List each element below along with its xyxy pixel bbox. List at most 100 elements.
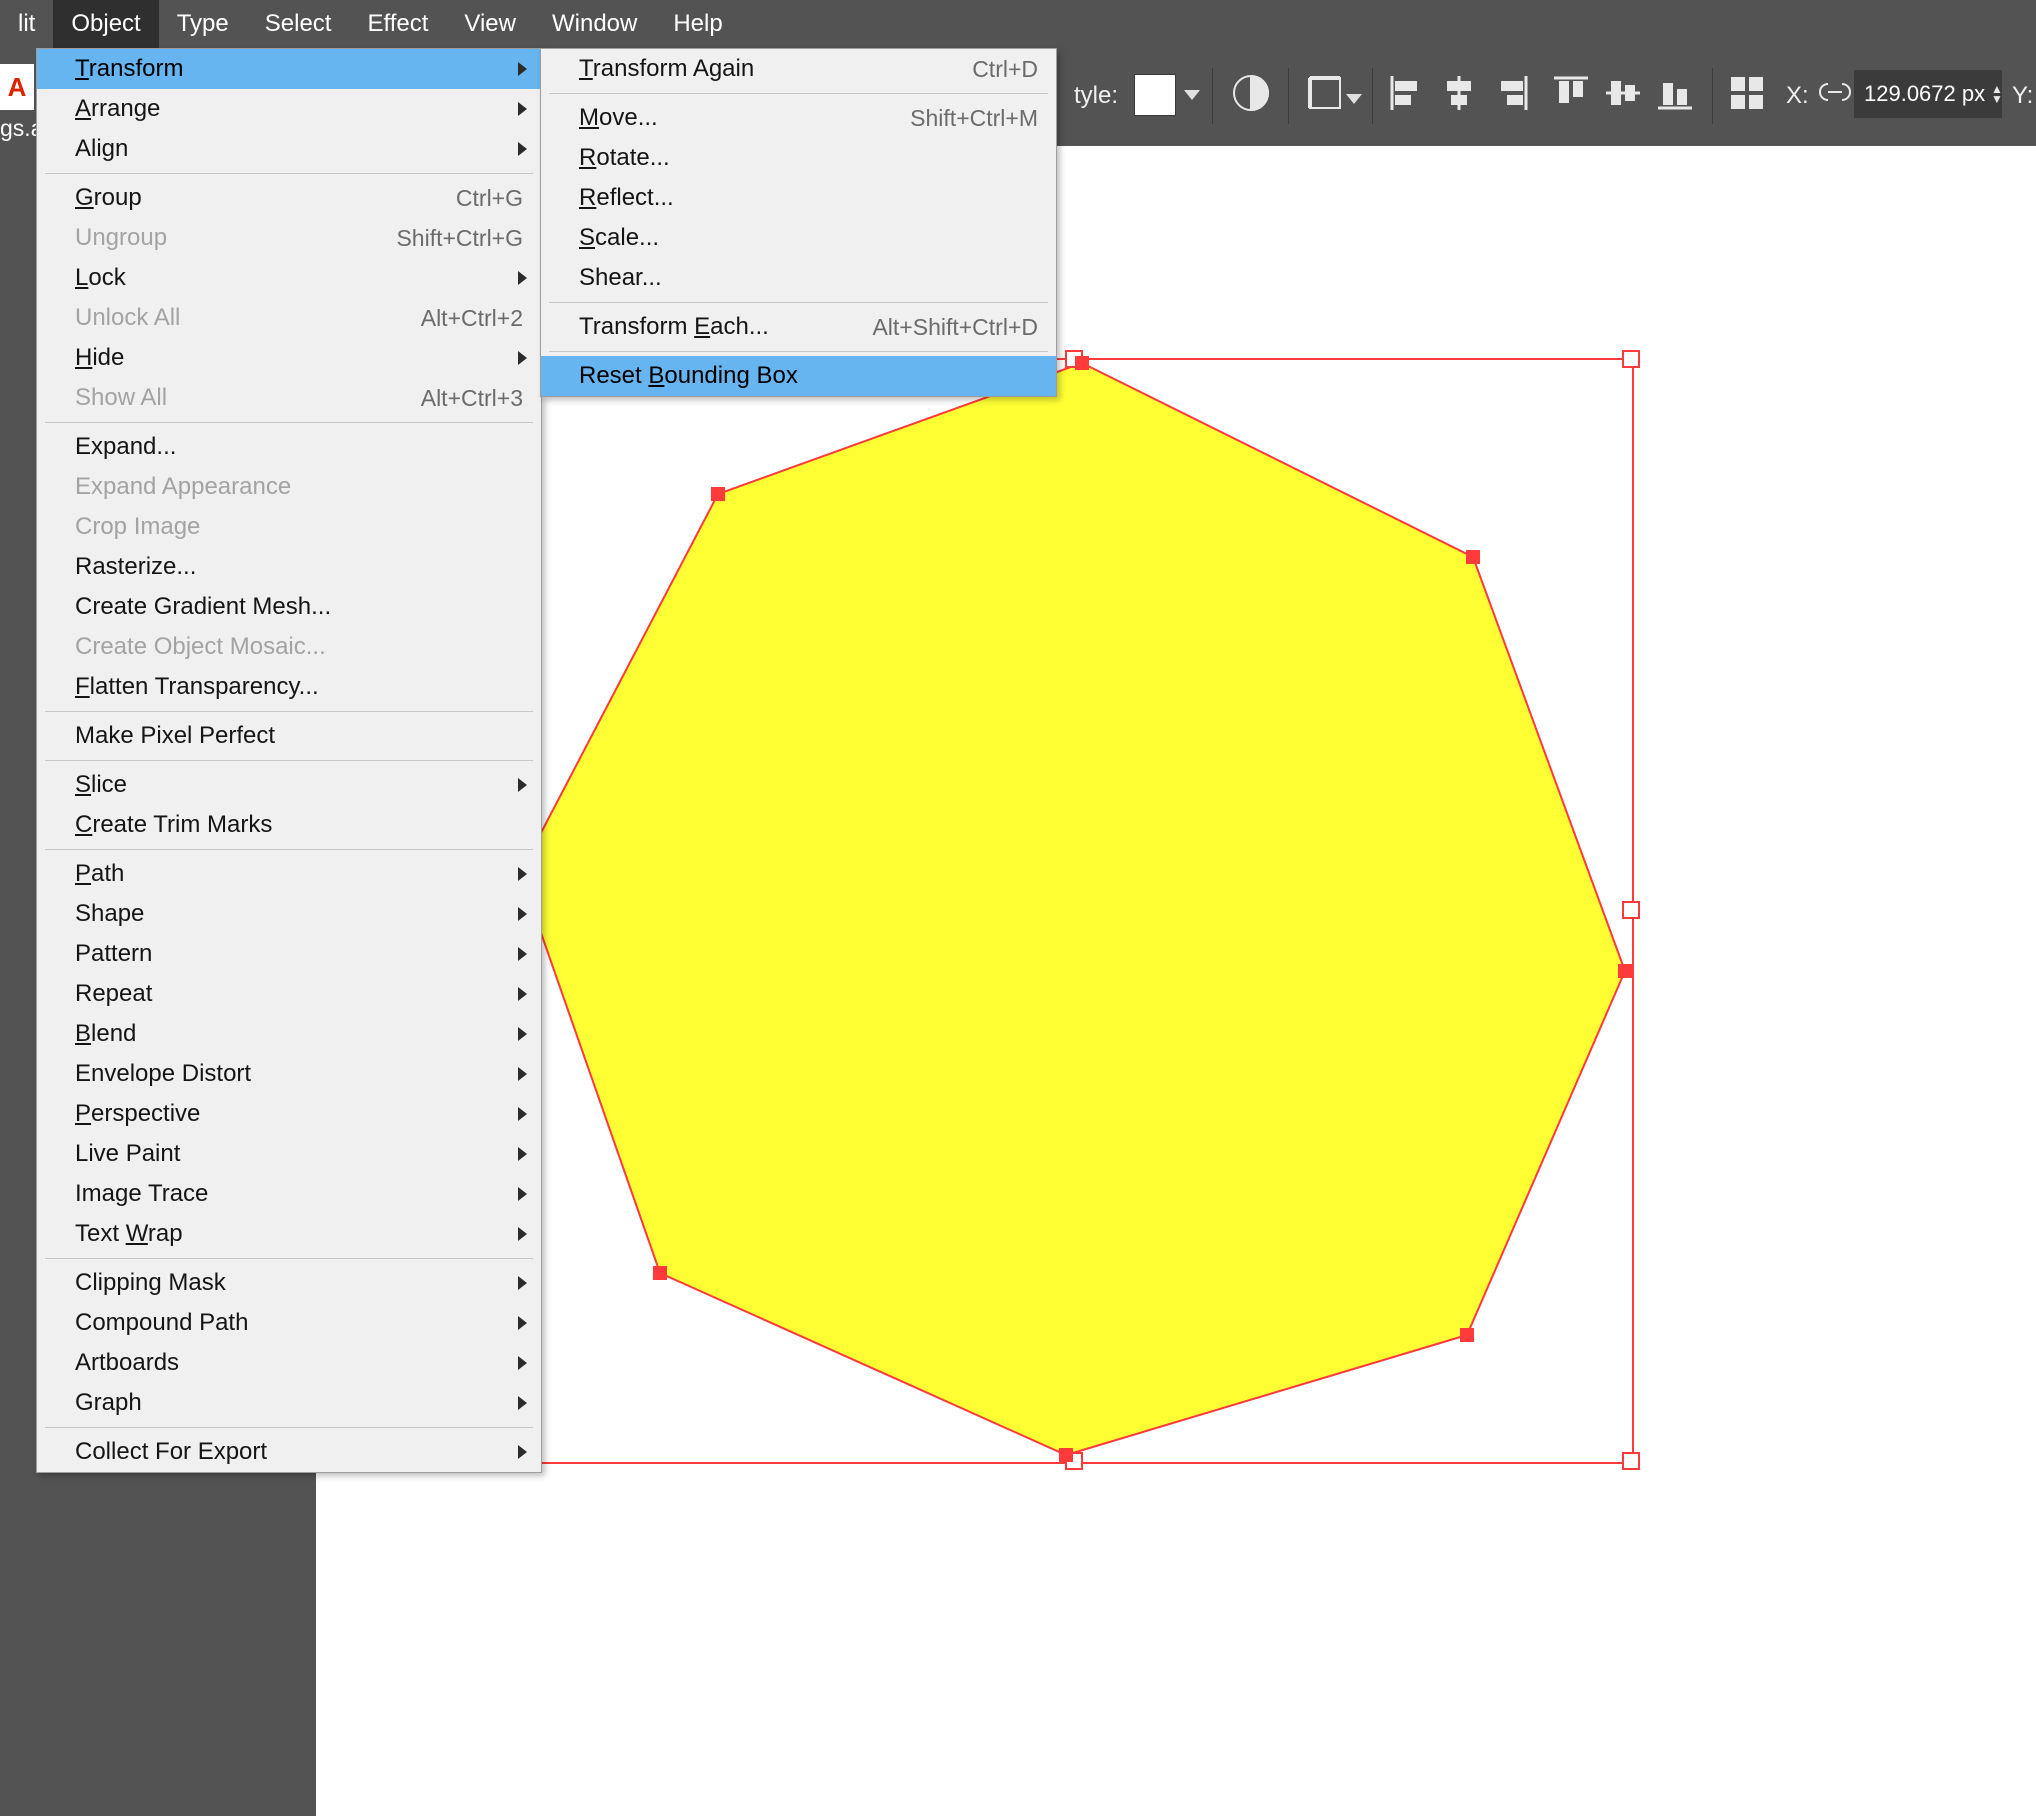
doc-dropdown-icon[interactable] <box>1346 94 1362 104</box>
transform-item-reflect[interactable]: Reflect... <box>541 178 1056 218</box>
bbox-handle[interactable] <box>1622 901 1640 919</box>
menu-item-label: Create Object Mosaic... <box>75 633 523 661</box>
align-top-icon[interactable] <box>1548 70 1594 116</box>
menu-item-shortcut: Alt+Ctrl+2 <box>391 305 523 332</box>
menu-select[interactable]: Select <box>247 0 350 48</box>
object-item-expand[interactable]: Expand... <box>37 427 541 467</box>
menu-object[interactable]: Object <box>53 0 158 48</box>
object-item-expand-appearance: Expand Appearance <box>37 467 541 507</box>
object-item-path[interactable]: Path <box>37 854 541 894</box>
transform-item-move[interactable]: Move...Shift+Ctrl+M <box>541 98 1056 138</box>
align-bottom-icon[interactable] <box>1652 70 1698 116</box>
anchor-point[interactable] <box>1075 356 1089 370</box>
object-item-shape[interactable]: Shape <box>37 894 541 934</box>
submenu-arrow-icon <box>518 1316 527 1330</box>
app-file-icon: A <box>0 64 34 110</box>
object-item-flatten-transparency[interactable]: Flatten Transparency... <box>37 667 541 707</box>
submenu-arrow-icon <box>518 1067 527 1081</box>
transform-panel-icon[interactable] <box>1724 70 1770 116</box>
object-item-collect-for-export[interactable]: Collect For Export <box>37 1432 541 1472</box>
doc-setup-icon[interactable] <box>1302 70 1348 116</box>
transform-item-rotate[interactable]: Rotate... <box>541 138 1056 178</box>
menu-item-label: Group <box>75 184 426 212</box>
opacity-icon[interactable] <box>1228 70 1274 116</box>
object-item-graph[interactable]: Graph <box>37 1383 541 1423</box>
menu-item-label: Expand... <box>75 433 523 461</box>
menu-item-label: Blend <box>75 1020 523 1048</box>
menu-item-shortcut: Ctrl+G <box>426 185 523 212</box>
menu-item-label: Align <box>75 135 523 163</box>
menu-item-label: Rotate... <box>579 144 1038 172</box>
object-item-envelope-distort[interactable]: Envelope Distort <box>37 1054 541 1094</box>
anchor-point[interactable] <box>1059 1448 1073 1462</box>
x-value-field[interactable]: 129.0672 px <box>1854 70 2002 118</box>
link-xy-icon[interactable] <box>1812 70 1858 116</box>
style-swatch[interactable] <box>1134 74 1176 116</box>
anchor-point[interactable] <box>711 487 725 501</box>
object-item-create-trim-marks[interactable]: Create Trim Marks <box>37 805 541 845</box>
menu-item-label: Create Trim Marks <box>75 811 523 839</box>
menu-item-label: Collect For Export <box>75 1438 523 1466</box>
object-item-blend[interactable]: Blend <box>37 1014 541 1054</box>
submenu-arrow-icon <box>518 142 527 156</box>
menu-view[interactable]: View <box>446 0 534 48</box>
menu-help[interactable]: Help <box>655 0 740 48</box>
object-item-hide[interactable]: Hide <box>37 338 541 378</box>
x-spinner[interactable]: ▲▼ <box>1986 70 2008 118</box>
object-dropdown-menu: TransformArrangeAlignGroupCtrl+GUngroupS… <box>36 48 542 1473</box>
object-item-compound-path[interactable]: Compound Path <box>37 1303 541 1343</box>
object-item-create-gradient-mesh[interactable]: Create Gradient Mesh... <box>37 587 541 627</box>
menu-item-label: Pattern <box>75 940 523 968</box>
object-item-lock[interactable]: Lock <box>37 258 541 298</box>
object-item-make-pixel-perfect[interactable]: Make Pixel Perfect <box>37 716 541 756</box>
submenu-arrow-icon <box>518 1356 527 1370</box>
menu-item-label: Move... <box>579 104 880 132</box>
object-item-artboards[interactable]: Artboards <box>37 1343 541 1383</box>
align-right-icon[interactable] <box>1488 70 1534 116</box>
menu-window[interactable]: Window <box>534 0 655 48</box>
submenu-arrow-icon <box>518 907 527 921</box>
object-item-text-wrap[interactable]: Text Wrap <box>37 1214 541 1254</box>
object-item-clipping-mask[interactable]: Clipping Mask <box>37 1263 541 1303</box>
style-label: tyle: <box>1074 82 1118 110</box>
menu-item-label: Shape <box>75 900 523 928</box>
object-item-perspective[interactable]: Perspective <box>37 1094 541 1134</box>
bounding-box[interactable] <box>516 358 1634 1464</box>
object-item-pattern[interactable]: Pattern <box>37 934 541 974</box>
object-item-image-trace[interactable]: Image Trace <box>37 1174 541 1214</box>
menu-item-label: Expand Appearance <box>75 473 523 501</box>
menu-item-shortcut: Ctrl+D <box>942 56 1038 83</box>
anchor-point[interactable] <box>1466 550 1480 564</box>
transform-item-transform-again[interactable]: Transform AgainCtrl+D <box>541 49 1056 89</box>
object-item-repeat[interactable]: Repeat <box>37 974 541 1014</box>
menu-lit[interactable]: lit <box>0 0 53 48</box>
transform-item-reset-bounding-box[interactable]: Reset Bounding Box <box>541 356 1056 396</box>
anchor-point[interactable] <box>653 1266 667 1280</box>
bbox-handle[interactable] <box>1622 350 1640 368</box>
divider <box>1372 68 1373 124</box>
object-item-slice[interactable]: Slice <box>37 765 541 805</box>
object-item-align[interactable]: Align <box>37 129 541 169</box>
object-item-group[interactable]: GroupCtrl+G <box>37 178 541 218</box>
submenu-arrow-icon <box>518 1396 527 1410</box>
align-left-icon[interactable] <box>1384 70 1430 116</box>
anchor-point[interactable] <box>1618 964 1632 978</box>
object-item-transform[interactable]: Transform <box>37 49 541 89</box>
submenu-arrow-icon <box>518 271 527 285</box>
divider <box>1288 68 1289 124</box>
bbox-handle[interactable] <box>1622 1452 1640 1470</box>
menu-type[interactable]: Type <box>159 0 247 48</box>
style-dropdown-icon[interactable] <box>1184 90 1200 100</box>
menu-effect[interactable]: Effect <box>349 0 446 48</box>
transform-item-scale[interactable]: Scale... <box>541 218 1056 258</box>
align-hcenter-icon[interactable] <box>1436 70 1482 116</box>
menu-item-label: Compound Path <box>75 1309 523 1337</box>
submenu-arrow-icon <box>518 1445 527 1459</box>
align-vcenter-icon[interactable] <box>1600 70 1646 116</box>
transform-item-shear[interactable]: Shear... <box>541 258 1056 298</box>
anchor-point[interactable] <box>1460 1328 1474 1342</box>
object-item-rasterize[interactable]: Rasterize... <box>37 547 541 587</box>
transform-item-transform-each[interactable]: Transform Each...Alt+Shift+Ctrl+D <box>541 307 1056 347</box>
object-item-live-paint[interactable]: Live Paint <box>37 1134 541 1174</box>
object-item-arrange[interactable]: Arrange <box>37 89 541 129</box>
